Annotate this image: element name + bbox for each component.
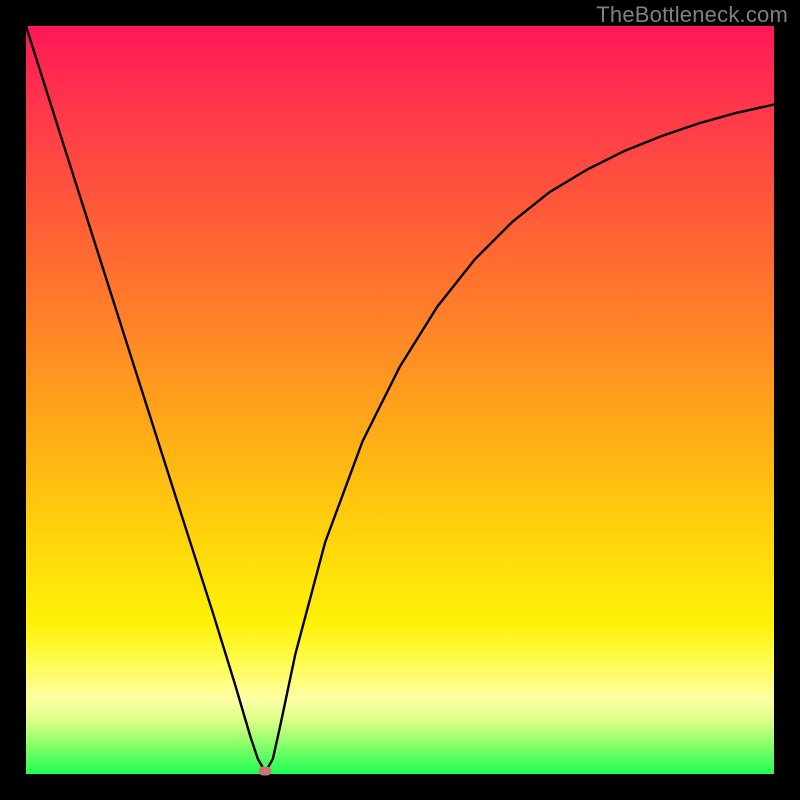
plot-area — [26, 26, 774, 774]
chart-frame: TheBottleneck.com — [0, 0, 800, 800]
optimum-marker — [259, 767, 272, 776]
watermark-text: TheBottleneck.com — [596, 2, 788, 28]
curve-path — [26, 26, 774, 772]
bottleneck-curve — [26, 26, 774, 774]
